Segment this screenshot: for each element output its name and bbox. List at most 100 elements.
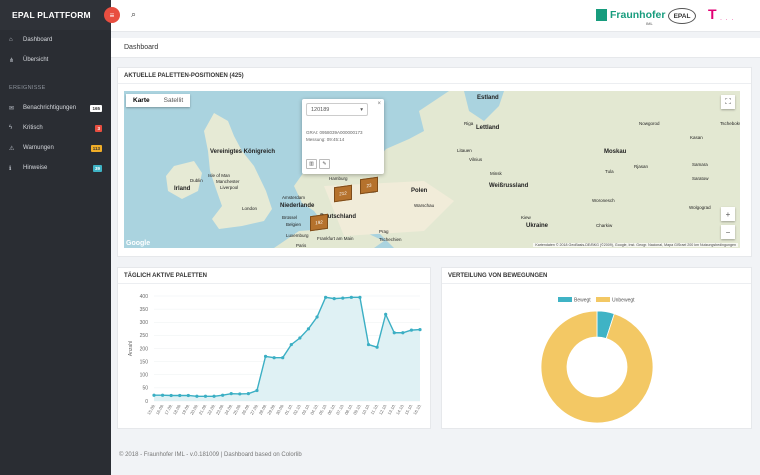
map-place-label: Woronesch xyxy=(592,198,615,203)
movement-distribution-title: VERTEILUNG VON BEWEGUNGEN xyxy=(442,268,751,284)
map-place-label: Weißrussland xyxy=(489,183,529,189)
sidebar-item-label: Benachrichtigungen xyxy=(23,105,77,111)
y-tick-label: 350 xyxy=(140,307,149,313)
close-icon[interactable]: × xyxy=(377,101,381,107)
sidebar-item-warnungen[interactable]: ⚠ Warnungen 113 xyxy=(0,138,111,158)
sitemap-icon: ⋔ xyxy=(9,57,15,64)
map-place-label: Belgien xyxy=(286,222,302,227)
popup-grai: GRAI: 0958039A000000173 xyxy=(306,130,363,135)
map-place-label: Irland xyxy=(174,186,191,192)
y-axis-label: Anzahl xyxy=(128,341,134,356)
tab-karte[interactable]: Karte xyxy=(126,94,157,107)
zoom-out-button[interactable]: − xyxy=(721,225,735,239)
sidebar-item-label: Warnungen xyxy=(23,145,54,151)
map-place-label: Kasan xyxy=(690,135,703,140)
brand-title[interactable]: EPAL PLATTFORM xyxy=(12,10,91,20)
map-place-label: Wolgograd xyxy=(689,205,711,210)
minus-icon: − xyxy=(725,227,731,237)
data-point xyxy=(203,394,208,398)
sidebar-item-dashboard[interactable]: ⌂ Dashboard xyxy=(0,30,111,50)
map-place-label: Niederlande xyxy=(280,203,315,209)
legend-label: Unbewegt xyxy=(612,298,635,304)
y-tick-label: 250 xyxy=(140,333,149,339)
search-icon[interactable]: ⌕ xyxy=(131,9,136,20)
map[interactable]: Vereinigtes Königreich Isle of Man Irland D… xyxy=(124,91,740,248)
bar-chart-icon: ▥ xyxy=(309,161,314,167)
sidebar-item-benachrichtigungen[interactable]: ✉ Benachrichtigungen 165 xyxy=(0,98,111,118)
envelope-icon: ✉ xyxy=(9,105,15,112)
popup-messung: Messung: 09:45:14 xyxy=(306,137,345,142)
breadcrumb: Dashboard xyxy=(111,38,760,58)
map-attribution[interactable]: Kartendaten © 2018 GeoBasis-DE/BKG (©200… xyxy=(533,243,738,247)
data-point xyxy=(401,331,405,335)
chevron-down-icon: ▾ xyxy=(360,107,363,113)
map-panel-title: AKTUELLE PALETTEN-POSITIONEN (425) xyxy=(118,68,751,84)
fraunhofer-logo-sub: IML xyxy=(646,21,653,26)
count-badge: 165 xyxy=(90,104,102,112)
legend-label: Bewegt xyxy=(574,298,591,304)
pallet-cluster-marker[interactable]: 192 xyxy=(310,213,328,232)
sidebar-item-hinweise[interactable]: ℹ Hinweise 39 xyxy=(0,158,111,178)
data-point xyxy=(255,388,259,393)
fraunhofer-logo-text: Fraunhofer xyxy=(610,9,666,21)
home-icon: ⌂ xyxy=(9,37,13,43)
pallet-cluster-marker[interactable]: 212 xyxy=(334,184,352,203)
map-place-label: Liverpool xyxy=(220,185,239,190)
map-place-label: London xyxy=(242,206,258,211)
data-point xyxy=(272,356,276,360)
map-place-label: Vereinigtes Königreich xyxy=(210,149,276,155)
y-tick-label: 50 xyxy=(142,386,148,392)
data-point xyxy=(186,393,190,398)
map-place-label: Kiew xyxy=(521,215,531,220)
data-point xyxy=(238,392,242,396)
map-terrain xyxy=(166,91,740,248)
data-point xyxy=(289,342,293,347)
data-point xyxy=(418,328,422,332)
data-point xyxy=(221,393,225,397)
daily-active-panel: TÄGLICH AKTIVE PALETTEN 0 50 100 150 200 250 3… xyxy=(117,267,431,429)
sidebar-item-kritisch[interactable]: ϟ Kritisch 3 xyxy=(0,118,111,138)
map-panel: AKTUELLE PALETTEN-POSITIONEN (425) Verei… xyxy=(117,67,752,257)
map-place-label: Riga xyxy=(464,121,474,126)
map-place-label: Nowgorod xyxy=(639,121,660,126)
pallet-cluster-marker[interactable]: 23 xyxy=(360,176,378,195)
pallet-select[interactable]: 120189 ▾ xyxy=(306,103,368,116)
map-place-label: Rjasan xyxy=(634,164,649,169)
data-point xyxy=(195,394,199,398)
data-point xyxy=(246,392,250,396)
settings-button[interactable]: ✎ xyxy=(319,159,330,169)
tab-satellit[interactable]: Satellit xyxy=(157,94,191,107)
zoom-in-button[interactable]: + xyxy=(721,207,735,221)
chart-button[interactable]: ▥ xyxy=(306,159,317,169)
epal-logo: EPAL xyxy=(668,8,696,24)
data-point xyxy=(298,336,302,340)
map-place-label: Minsk xyxy=(490,171,502,176)
data-point xyxy=(315,315,319,319)
page-title: Dashboard xyxy=(124,44,159,51)
map-place-label: Ukraine xyxy=(526,223,549,229)
sidebar-item-label: Übersicht xyxy=(23,57,49,63)
brand[interactable]: EPAL PLATTFORM xyxy=(0,0,111,30)
wrench-icon: ✎ xyxy=(322,161,327,167)
hamburger-icon: ≡ xyxy=(109,10,115,20)
map-place-label: Luxemburg xyxy=(286,233,309,238)
data-point xyxy=(263,354,268,358)
movement-distribution-chart: Bewegt Unbewegt xyxy=(540,297,654,424)
plus-icon: + xyxy=(725,209,731,219)
data-point xyxy=(306,327,311,331)
map-place-label: Paris xyxy=(296,243,307,248)
map-place-label: Amsterdam xyxy=(282,195,306,200)
y-tick-label: 100 xyxy=(140,373,149,379)
data-point xyxy=(392,331,396,335)
data-point xyxy=(324,295,328,299)
fullscreen-button[interactable]: ⛶ xyxy=(721,95,735,109)
movement-distribution-panel: VERTEILUNG VON BEWEGUNGEN Bewegt Unbewegt xyxy=(441,267,752,429)
menu-toggle-button[interactable]: ≡ xyxy=(104,7,120,23)
map-place-label: Tscheboksary xyxy=(720,121,740,126)
y-tick-label: 300 xyxy=(140,320,149,326)
fullscreen-icon: ⛶ xyxy=(725,97,731,106)
data-point xyxy=(152,393,156,397)
map-place-label: Litauen xyxy=(457,148,472,153)
sidebar-item-uebersicht[interactable]: ⋔ Übersicht xyxy=(0,50,111,70)
map-place-label: Brüssel xyxy=(282,215,298,220)
